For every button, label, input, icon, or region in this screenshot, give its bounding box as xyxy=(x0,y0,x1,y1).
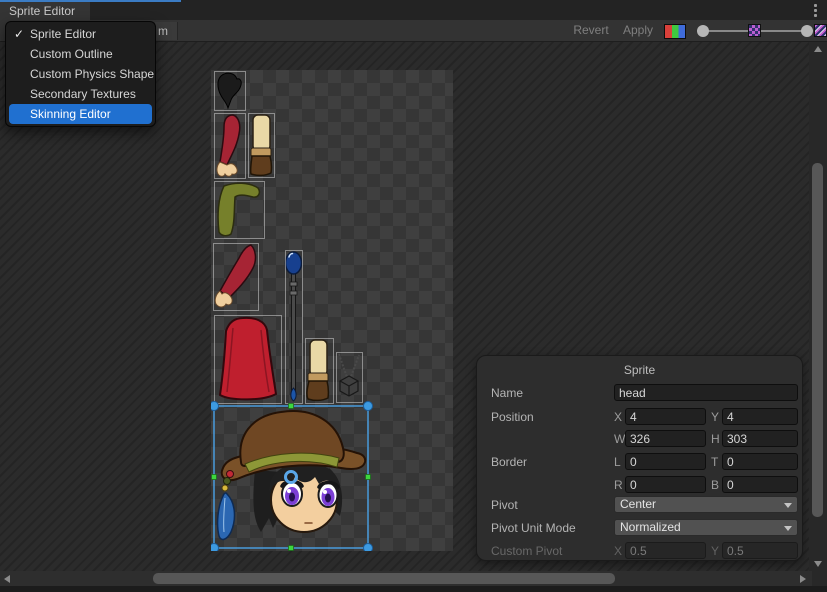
edge-handle[interactable] xyxy=(289,546,294,551)
sprite-art-arm-sleeve-hand[interactable] xyxy=(217,115,240,176)
edge-handle[interactable] xyxy=(212,475,217,480)
mipmap-slider-handle[interactable] xyxy=(801,25,813,37)
menu-item-label: Custom Outline xyxy=(30,47,113,61)
name-label: Name xyxy=(491,386,523,400)
menu-item-custom-outline[interactable]: Custom Outline xyxy=(6,44,155,64)
texture-area[interactable] xyxy=(211,70,453,551)
custom-pivot-y-label: Y xyxy=(711,544,719,558)
sprite-art-head[interactable] xyxy=(218,411,366,539)
tab-sprite-editor[interactable]: Sprite Editor xyxy=(0,2,90,20)
menu-item-custom-physics-shape[interactable]: Custom Physics Shape xyxy=(6,64,155,84)
checkmark-icon: ✓ xyxy=(14,24,24,44)
revert-button[interactable]: Revert xyxy=(567,20,615,41)
mipmap-icon xyxy=(748,24,761,37)
custom-pivot-y-input xyxy=(722,542,798,559)
corner-handle[interactable] xyxy=(211,402,219,411)
trim-button-partial[interactable]: m xyxy=(155,22,178,40)
horizontal-scrollbar-thumb[interactable] xyxy=(153,573,615,584)
sprite-art-staff[interactable] xyxy=(286,252,302,401)
sprite-art-arm-sleeve-lower[interactable] xyxy=(215,245,255,307)
position-label: Position xyxy=(491,410,534,424)
name-input[interactable] xyxy=(614,384,798,401)
sprite-art-boot-right[interactable] xyxy=(251,115,272,175)
menu-item-secondary-textures[interactable]: Secondary Textures xyxy=(6,84,155,104)
h-label: H xyxy=(711,432,720,446)
corner-handle[interactable] xyxy=(364,402,373,411)
mipmap-max-icon xyxy=(814,24,827,37)
border-label: Border xyxy=(491,455,527,469)
pivot-unit-mode-label: Pivot Unit Mode xyxy=(491,521,576,535)
custom-pivot-label: Custom Pivot xyxy=(491,544,562,558)
r-label: R xyxy=(614,478,623,492)
pivot-unit-mode-dropdown[interactable]: Normalized xyxy=(614,519,798,536)
x-label: X xyxy=(614,410,622,424)
pivot-unit-mode-value: Normalized xyxy=(620,520,681,534)
custom-pivot-x-input xyxy=(625,542,706,559)
horizontal-scrollbar[interactable] xyxy=(0,571,812,586)
bottom-strip xyxy=(0,586,827,592)
menu-item-label: Secondary Textures xyxy=(30,87,136,101)
sprite-art-cloak[interactable] xyxy=(220,318,276,400)
position-x-input[interactable] xyxy=(625,408,706,425)
sprite-art-hair-tuft[interactable] xyxy=(218,73,241,108)
height-input[interactable] xyxy=(722,430,798,447)
panel-title: Sprite xyxy=(477,363,802,377)
pivot-label: Pivot xyxy=(491,498,518,512)
width-input[interactable] xyxy=(625,430,706,447)
edge-handle[interactable] xyxy=(366,475,371,480)
zoom-slider-handle[interactable] xyxy=(697,25,709,37)
scroll-left-icon[interactable] xyxy=(4,575,10,583)
position-y-input[interactable] xyxy=(722,408,798,425)
sprite-inspector-panel: Sprite Name Position X Y W H Border L T … xyxy=(476,355,803,561)
vertical-scrollbar-thumb[interactable] xyxy=(812,163,823,517)
border-l-input[interactable] xyxy=(625,453,706,470)
custom-pivot-x-label: X xyxy=(614,544,622,558)
menu-item-label: Custom Physics Shape xyxy=(30,67,154,81)
border-t-input[interactable] xyxy=(722,453,798,470)
pivot-dropdown[interactable]: Center xyxy=(614,496,798,513)
kebab-menu-icon[interactable] xyxy=(809,3,821,18)
sprite-art-pendant[interactable] xyxy=(339,354,359,396)
border-b-input[interactable] xyxy=(722,476,798,493)
border-r-input[interactable] xyxy=(625,476,706,493)
tab-bar: Sprite Editor xyxy=(0,0,827,20)
sprite-sheet xyxy=(211,70,453,551)
vertical-scrollbar[interactable] xyxy=(809,42,827,571)
menu-item-label: Sprite Editor xyxy=(30,27,96,41)
chevron-down-icon xyxy=(784,526,792,531)
sprite-editor-mode-menu: ✓ Sprite Editor Custom Outline Custom Ph… xyxy=(5,21,156,127)
scroll-up-icon[interactable] xyxy=(814,46,822,52)
l-label: L xyxy=(614,455,621,469)
sprite-art-scarf[interactable] xyxy=(218,183,259,236)
b-label: B xyxy=(711,478,719,492)
color-channel-swatch-icon[interactable] xyxy=(664,24,686,39)
menu-item-skinning-editor[interactable]: Skinning Editor xyxy=(9,104,152,124)
sprite-editor-window: Sprite Editor m Revert Apply xyxy=(0,0,827,592)
scroll-right-icon[interactable] xyxy=(800,575,806,583)
apply-button[interactable]: Apply xyxy=(617,20,659,41)
pivot-value: Center xyxy=(620,497,656,511)
menu-item-sprite-editor[interactable]: ✓ Sprite Editor xyxy=(6,24,155,44)
scroll-down-icon[interactable] xyxy=(814,561,822,567)
chevron-down-icon xyxy=(784,503,792,508)
t-label: T xyxy=(711,455,718,469)
sprite-art-boot-left[interactable] xyxy=(307,340,329,400)
scrollbar-corner xyxy=(812,571,827,586)
w-label: W xyxy=(614,432,625,446)
menu-item-label: Skinning Editor xyxy=(30,107,111,121)
y-label: Y xyxy=(711,410,719,424)
edge-handle[interactable] xyxy=(289,404,294,409)
corner-handle[interactable] xyxy=(364,544,373,552)
corner-handle[interactable] xyxy=(211,544,219,552)
